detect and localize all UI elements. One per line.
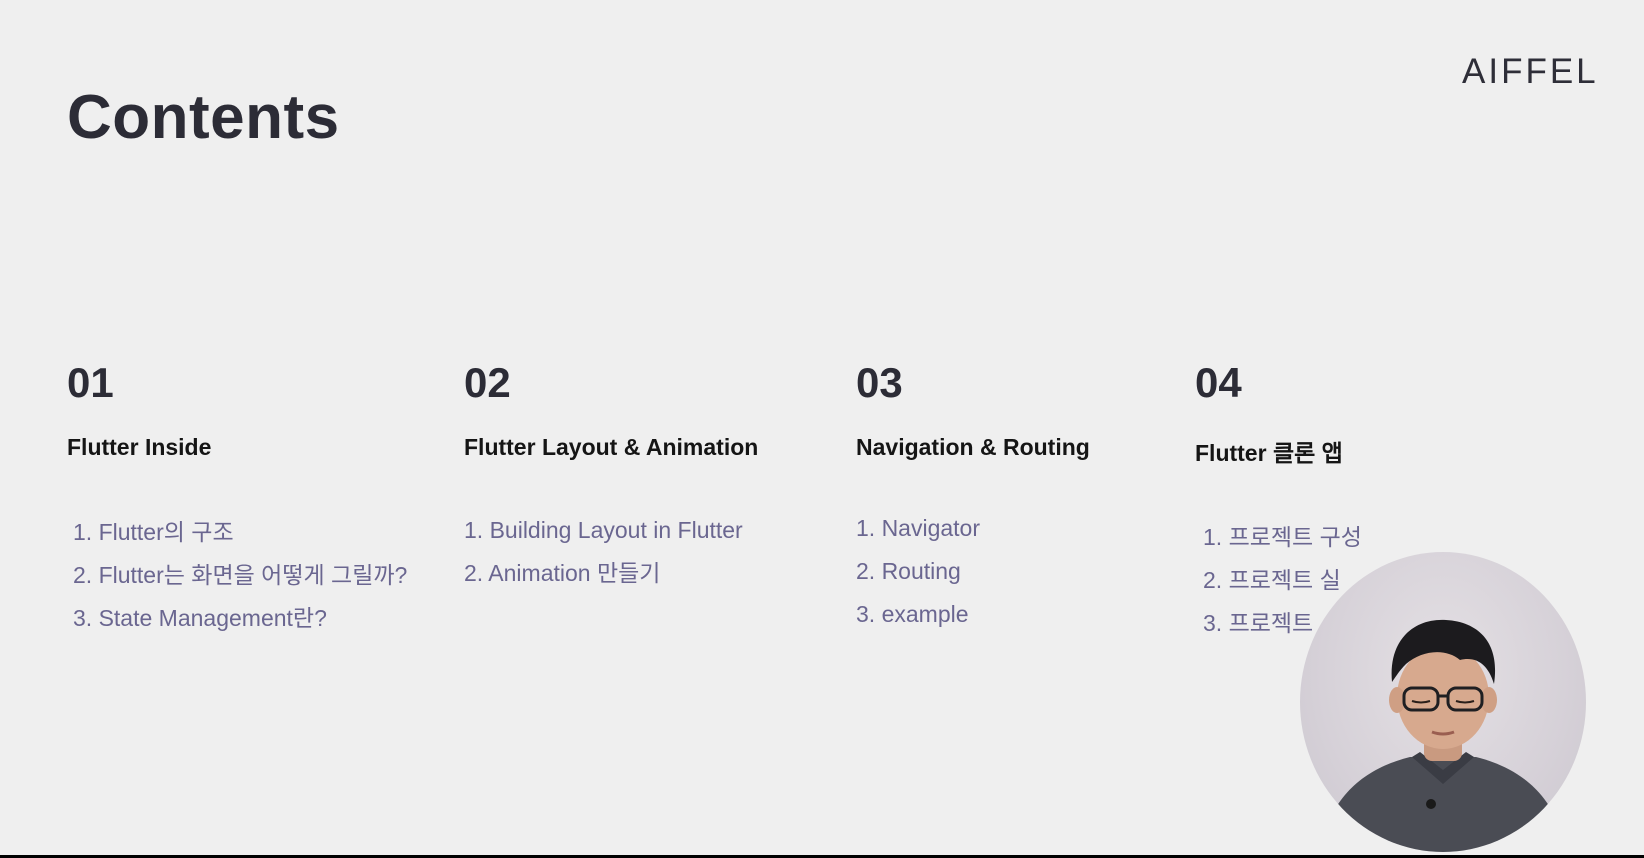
aiffel-logo: AIFFEL	[1462, 52, 1599, 91]
section-03: 03 Navigation & Routing 1. Navigator 2. …	[856, 362, 1090, 636]
list-item: 1. Navigator	[856, 515, 981, 541]
presenter-image	[1320, 619, 1566, 852]
list-item: 1. Building Layout in Flutter	[464, 517, 743, 543]
list-item: 1. Flutter의 구조	[73, 519, 234, 545]
section-01: 01 Flutter Inside 1. Flutter의 구조 2. Flut…	[67, 362, 407, 640]
section-item-list: 1. Flutter의 구조 2. Flutter는 화면을 어떻게 그릴까? …	[67, 511, 407, 640]
list-item: 3. State Management란?	[73, 605, 327, 631]
list-item: 2. Flutter는 화면을 어떻게 그릴까?	[73, 562, 408, 588]
section-heading: Flutter Layout & Animation	[464, 434, 759, 460]
section-heading: Flutter Inside	[67, 434, 212, 460]
list-item: 1. 프로젝트 구성	[1203, 524, 1362, 550]
list-item: 2. Routing	[856, 558, 961, 584]
list-item: 2. Animation 만들기	[464, 560, 661, 586]
section-number: 04	[1195, 359, 1242, 406]
section-heading: Flutter 클론 앱	[1195, 440, 1343, 466]
section-number: 03	[856, 359, 903, 406]
section-item-list: 1. Navigator 2. Routing 3. example	[856, 507, 1090, 636]
presenter-webcam-overlay	[1300, 552, 1586, 852]
section-heading: Navigation & Routing	[856, 434, 1090, 460]
section-02: 02 Flutter Layout & Animation 1. Buildin…	[464, 362, 758, 595]
section-item-list: 1. Building Layout in Flutter 2. Animati…	[464, 509, 758, 595]
section-number: 02	[464, 359, 511, 406]
list-item: 2. 프로젝트 실	[1203, 567, 1341, 593]
list-item: 3. example	[856, 601, 969, 627]
slide-title: Contents	[67, 83, 340, 152]
presentation-slide: Contents AIFFEL 01 Flutter Inside 1. Flu…	[0, 0, 1644, 855]
section-number: 01	[67, 359, 114, 406]
lapel-mic-icon	[1426, 799, 1436, 809]
